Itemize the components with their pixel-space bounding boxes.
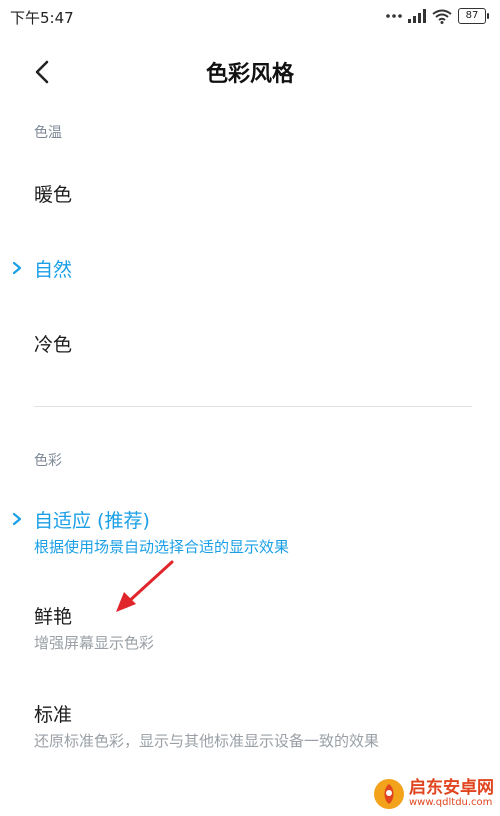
- status-icons: 87: [386, 8, 489, 24]
- signal-icon: [408, 9, 426, 23]
- option-adaptive[interactable]: 自适应 (推荐) 根据使用场景自动选择合适的显示效果: [0, 496, 500, 562]
- option-title: 标准: [34, 704, 73, 726]
- watermark-logo-icon: [374, 779, 404, 809]
- watermark-title: 启东安卓网: [409, 778, 494, 798]
- status-bar: 下午5:47 87: [0, 0, 500, 34]
- wifi-icon: [432, 9, 452, 24]
- section-label-color-temperature: 色温: [34, 125, 62, 141]
- option-natural[interactable]: 自然: [0, 243, 500, 293]
- option-title: 自然: [34, 259, 73, 281]
- dots-icon: [386, 14, 402, 18]
- option-desc: 还原标准色彩，显示与其他标准显示设备一致的效果: [34, 732, 380, 750]
- section-label-color: 色彩: [34, 453, 62, 469]
- option-desc: 增强屏幕显示色彩: [34, 634, 155, 652]
- option-desc: 根据使用场景自动选择合适的显示效果: [34, 538, 290, 556]
- annotation-arrow-icon: [116, 560, 174, 612]
- option-vivid[interactable]: 鲜艳 增强屏幕显示色彩: [0, 592, 500, 658]
- option-title: 鲜艳: [34, 606, 73, 628]
- watermark-url: www.qdltdu.com: [409, 797, 493, 808]
- watermark: 启东安卓网 www.qdltdu.com: [373, 778, 494, 810]
- option-title: 冷色: [34, 334, 73, 356]
- header: 色彩风格: [0, 44, 500, 98]
- option-title: 自适应 (推荐): [34, 510, 150, 532]
- battery-icon: 87: [458, 8, 489, 24]
- option-standard[interactable]: 标准 还原标准色彩，显示与其他标准显示设备一致的效果: [0, 690, 500, 756]
- battery-level: 87: [465, 10, 479, 21]
- option-cool[interactable]: 冷色: [0, 318, 500, 368]
- status-time: 下午5:47: [10, 9, 74, 27]
- divider: [34, 406, 472, 407]
- option-warm[interactable]: 暖色: [0, 168, 500, 218]
- selected-chevron-icon: [12, 512, 22, 526]
- watermark-text: 启东安卓网 www.qdltdu.com: [409, 779, 494, 809]
- selected-chevron-icon: [12, 261, 22, 275]
- option-title: 暖色: [34, 184, 73, 206]
- page-title: 色彩风格: [205, 62, 294, 87]
